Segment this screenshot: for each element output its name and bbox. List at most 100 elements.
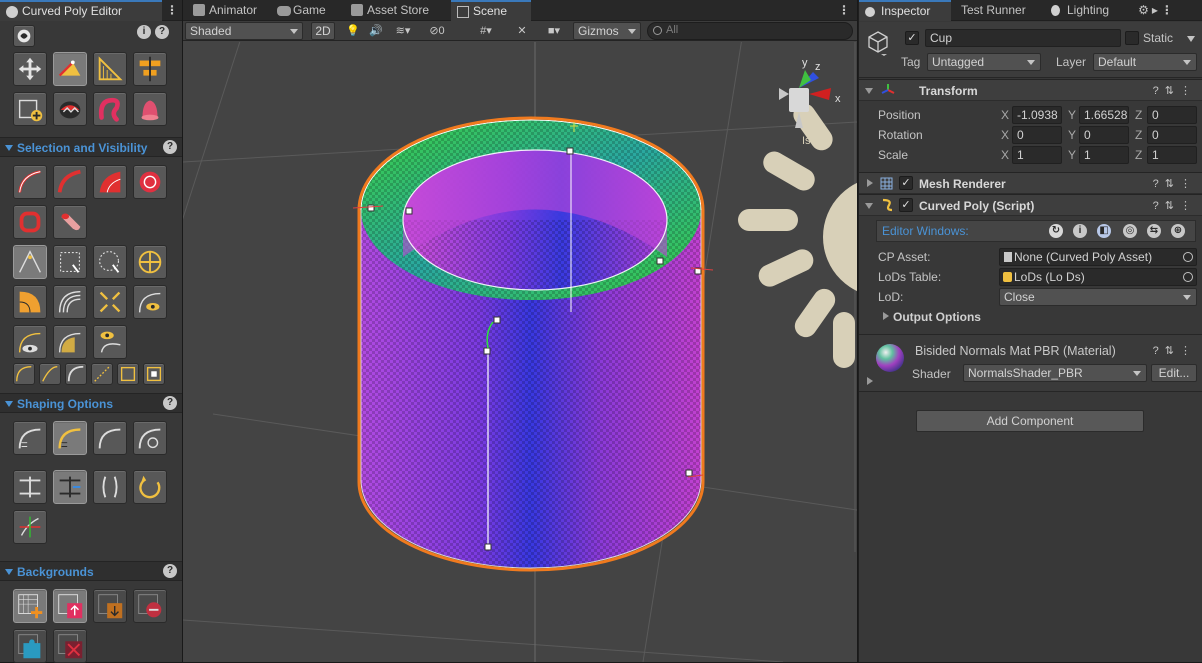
static-checkbox[interactable] (1125, 31, 1139, 45)
active-checkbox[interactable]: ✓ (905, 31, 919, 45)
shrink-button[interactable] (93, 285, 127, 319)
lod-dropdown[interactable]: Close (999, 288, 1197, 306)
tab-animator[interactable]: Animator (187, 0, 265, 21)
foldout-arrow-icon[interactable] (867, 377, 873, 385)
select-curve-button[interactable] (13, 165, 47, 199)
panel-menu-icon[interactable]: ⋮ (166, 2, 178, 18)
cp-asset-field[interactable]: None (Curved Poly Asset) (999, 248, 1197, 266)
curved-poly-script-header[interactable]: ✓ Curved Poly (Script) ?⇅⋮ (859, 194, 1202, 216)
point-pick-button[interactable] (13, 245, 47, 279)
add-background-button[interactable] (13, 589, 47, 623)
curved-poly-logo-icon[interactable] (13, 25, 35, 47)
shape-arc-2-button[interactable] (53, 421, 87, 455)
half-arc-button[interactable] (53, 325, 87, 359)
tab-game[interactable]: Game (271, 0, 334, 21)
rotation-x-field[interactable]: 0 (1012, 126, 1062, 144)
effects-toggle-icon[interactable]: ≋▾ (392, 23, 414, 39)
scale-x-field[interactable]: 1 (1012, 146, 1062, 164)
gizmo-view-label[interactable]: Iso (802, 135, 817, 147)
help-icon[interactable]: ? (163, 564, 177, 578)
position-z-field[interactable]: 0 (1147, 106, 1197, 124)
tab-curved-poly-editor[interactable]: Curved Poly Editor (0, 0, 162, 21)
tab-asset-store[interactable]: Asset Store (345, 0, 437, 21)
checker-sphere-tool-button[interactable] (53, 92, 87, 126)
shape-axes-button[interactable] (13, 510, 47, 544)
edit-shader-button[interactable]: Edit... (1151, 364, 1197, 382)
panel-menu-icon[interactable]: ⋮ (838, 2, 850, 18)
puzzle-background-button[interactable] (13, 629, 47, 663)
lighting-toggle-icon[interactable]: 💡 (346, 23, 360, 39)
component-actions[interactable]: ?⇅⋮ (1153, 199, 1197, 212)
target-icon[interactable]: ◎ (1123, 224, 1137, 238)
mesh-renderer-enabled-checkbox[interactable]: ✓ (899, 176, 913, 190)
open-editor-icon[interactable]: ↻ (1049, 224, 1063, 238)
box-select-button[interactable] (53, 245, 87, 279)
section-header-backgrounds[interactable]: Backgrounds ? (0, 561, 182, 581)
transform-header[interactable]: Transform ?⇅⋮ (859, 79, 1202, 101)
help-icon[interactable]: ? (163, 140, 177, 154)
curved-poly-enabled-checkbox[interactable]: ✓ (899, 198, 913, 212)
object-picker-icon[interactable] (1183, 252, 1193, 262)
eye-arc-button[interactable] (13, 325, 47, 359)
mesh-renderer-header[interactable]: ✓ Mesh Renderer ?⇅⋮ (859, 172, 1202, 194)
tab-test-runner[interactable]: Test Runner (951, 0, 1034, 21)
eye-curve-button[interactable] (133, 285, 167, 319)
curve-mode-1-button[interactable] (13, 363, 35, 385)
tools-icon[interactable]: ✕ (515, 23, 529, 39)
static-dropdown-icon[interactable] (1187, 36, 1195, 42)
help-icon[interactable]: ? (155, 25, 169, 39)
shape-arc-4-button[interactable] (133, 421, 167, 455)
curve-mode-5-button[interactable] (117, 363, 139, 385)
rotation-z-field[interactable]: 0 (1147, 126, 1197, 144)
rotation-y-field[interactable]: 0 (1079, 126, 1129, 144)
globe-icon[interactable]: ⊕ (1171, 224, 1185, 238)
component-actions[interactable]: ?⇅⋮ (1153, 344, 1197, 357)
curve-mode-6-button[interactable] (143, 363, 165, 385)
bell-shape-tool-button[interactable] (133, 92, 167, 126)
output-options-foldout[interactable]: Output Options (893, 310, 981, 324)
shape-split-1-button[interactable] (13, 470, 47, 504)
foldout-arrow-icon[interactable] (883, 312, 889, 320)
toggle-2d-button[interactable]: 2D (311, 22, 335, 40)
shape-split-2-button[interactable] (53, 470, 87, 504)
edit-points-tool-button[interactable] (53, 52, 87, 86)
scene-search-input[interactable]: All (647, 22, 853, 40)
tab-lighting[interactable]: Lighting (1045, 0, 1117, 21)
remove-background-button[interactable] (133, 589, 167, 623)
triangle-tool-button[interactable] (93, 52, 127, 86)
eye-node-button[interactable] (93, 325, 127, 359)
directional-light-icon[interactable] (738, 99, 857, 368)
layers-icon[interactable]: ◧ (1097, 224, 1111, 238)
shape-parallel-button[interactable] (93, 470, 127, 504)
info-icon[interactable]: i (137, 25, 151, 39)
tab-inspector[interactable]: Inspector (859, 0, 951, 21)
select-loop-button[interactable] (13, 205, 47, 239)
curve-mode-4-button[interactable] (91, 363, 113, 385)
quarter-grid-button[interactable] (13, 285, 47, 319)
audio-toggle-icon[interactable]: 🔊 (369, 23, 383, 39)
position-y-field[interactable]: 1.66528 (1079, 106, 1129, 124)
info-icon[interactable]: i (1073, 224, 1087, 238)
grid-add-tool-button[interactable] (13, 92, 47, 126)
select-tube-button[interactable] (53, 205, 87, 239)
curve-shape-tool-button[interactable] (93, 92, 127, 126)
download-background-button[interactable] (93, 589, 127, 623)
swap-icon[interactable]: ⇆ (1147, 224, 1161, 238)
hidden-objects-toggle[interactable]: ⊘0 (421, 23, 453, 39)
component-actions[interactable]: ?⇅⋮ (1153, 84, 1197, 97)
curve-mode-2-button[interactable] (39, 363, 61, 385)
camera-icon[interactable]: ■▾ (541, 23, 567, 39)
select-surface-button[interactable] (93, 165, 127, 199)
center-pivot-button[interactable] (133, 245, 167, 279)
delete-background-button[interactable] (53, 629, 87, 663)
select-sphere-button[interactable] (133, 165, 167, 199)
add-component-button[interactable]: Add Component (916, 410, 1144, 432)
section-header-selection[interactable]: Selection and Visibility ? (0, 137, 182, 157)
move-tool-button[interactable] (13, 52, 47, 86)
curve-mode-3-button[interactable] (65, 363, 87, 385)
layer-dropdown[interactable]: Default (1093, 53, 1197, 71)
scene-viewport[interactable]: y z x Iso (183, 42, 857, 662)
scale-z-field[interactable]: 1 (1147, 146, 1197, 164)
tab-overflow-icons[interactable]: ⚙▸⋮ (1137, 2, 1177, 18)
shape-arc-3-button[interactable] (93, 421, 127, 455)
